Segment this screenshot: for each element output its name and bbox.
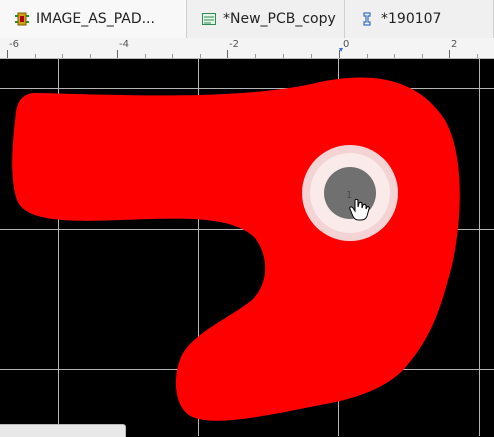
tab-new-pcb-copy[interactable]: *New_PCB_copy <box>187 0 345 38</box>
ruler-label: -4 <box>119 39 129 50</box>
document-tab-bar: IMAGE_AS_PAD... *New_PCB_copy *190107 <box>0 0 494 39</box>
pcb-icon <box>201 11 217 27</box>
ruler-label: 2 <box>451 39 458 50</box>
ruler-label: 0 <box>343 39 350 50</box>
tab-label: IMAGE_AS_PAD... <box>36 11 155 27</box>
tab-label: *190107 <box>381 11 442 27</box>
component-icon <box>14 11 30 27</box>
ruler-label: -6 <box>9 39 19 50</box>
bottom-panel-edge <box>0 424 126 437</box>
pcb-canvas[interactable]: 1 <box>0 59 494 436</box>
pad-number-label: 1 <box>346 190 352 201</box>
footprint-icon <box>359 11 375 27</box>
ruler-ticks <box>7 48 478 58</box>
tab-190107[interactable]: *190107 <box>345 0 494 38</box>
horizontal-ruler: -6 -4 -2 0 2 <box>0 38 494 59</box>
canvas-drawing: 1 <box>0 59 494 436</box>
ruler-label: -2 <box>229 39 239 50</box>
tab-label: *New_PCB_copy <box>223 11 336 27</box>
tab-image-as-pad[interactable]: IMAGE_AS_PAD... <box>0 0 187 38</box>
